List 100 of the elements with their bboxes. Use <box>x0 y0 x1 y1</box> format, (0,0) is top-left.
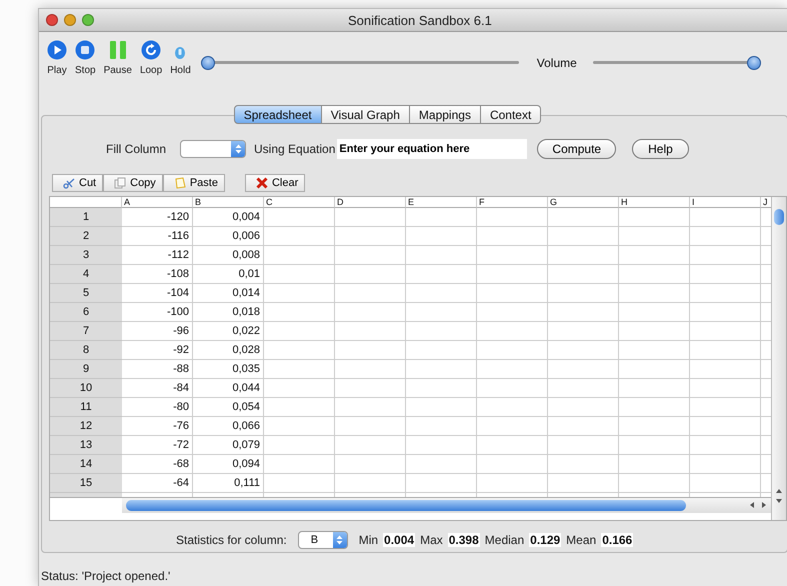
column-header[interactable]: G <box>548 197 619 208</box>
tab[interactable]: Visual Graph <box>322 105 410 124</box>
table-cell[interactable]: 0,066 <box>193 417 264 436</box>
table-cell[interactable] <box>690 341 761 360</box>
table-cell[interactable] <box>335 341 406 360</box>
table-cell[interactable] <box>406 208 477 227</box>
table-cell[interactable]: 0,028 <box>193 341 264 360</box>
table-cell[interactable] <box>548 284 619 303</box>
table-cell[interactable] <box>690 455 761 474</box>
tab[interactable]: Mappings <box>410 105 481 124</box>
table-cell[interactable] <box>406 303 477 322</box>
table-cell[interactable] <box>406 379 477 398</box>
table-cell[interactable] <box>690 417 761 436</box>
table-cell[interactable] <box>264 474 335 493</box>
tab[interactable]: Context <box>480 105 542 124</box>
table-cell[interactable]: 0,018 <box>193 303 264 322</box>
table-cell[interactable] <box>619 474 690 493</box>
table-cell[interactable] <box>548 303 619 322</box>
table-cell[interactable] <box>264 341 335 360</box>
table-cell[interactable]: 0,014 <box>193 284 264 303</box>
table-cell[interactable] <box>335 303 406 322</box>
table-cell[interactable] <box>406 341 477 360</box>
table-cell[interactable]: 0,008 <box>193 246 264 265</box>
table-cell[interactable] <box>619 417 690 436</box>
table-cell[interactable] <box>690 379 761 398</box>
table-cell[interactable]: 0,054 <box>193 398 264 417</box>
volume-slider[interactable] <box>592 56 761 70</box>
column-dropdown[interactable]: B <box>298 531 348 549</box>
table-cell[interactable] <box>477 284 548 303</box>
table-cell[interactable]: 0,022 <box>193 322 264 341</box>
table-cell[interactable] <box>690 322 761 341</box>
slider-thumb[interactable] <box>746 56 761 70</box>
table-cell[interactable] <box>548 265 619 284</box>
table-cell[interactable] <box>477 265 548 284</box>
table-cell[interactable] <box>690 436 761 455</box>
table-cell[interactable] <box>335 474 406 493</box>
table-cell[interactable] <box>477 455 548 474</box>
table-cell[interactable]: -84 <box>122 379 193 398</box>
table-cell[interactable] <box>264 360 335 379</box>
table-cell[interactable] <box>619 436 690 455</box>
table-cell[interactable]: -96 <box>122 322 193 341</box>
table-cell[interactable] <box>406 227 477 246</box>
table-cell[interactable] <box>690 208 761 227</box>
table-cell[interactable]: 0,006 <box>193 227 264 246</box>
toolbar-button[interactable]: Stop <box>75 40 96 76</box>
help-button[interactable]: Help <box>632 139 689 159</box>
table-cell[interactable] <box>335 436 406 455</box>
position-slider[interactable] <box>200 56 519 70</box>
scroll-thumb[interactable] <box>774 209 784 225</box>
table-cell[interactable] <box>690 265 761 284</box>
cut-button[interactable]: Cut <box>52 174 104 192</box>
clear-button[interactable]: Clear <box>244 174 306 192</box>
vertical-scrollbar[interactable] <box>771 197 786 520</box>
table-cell[interactable]: -92 <box>122 341 193 360</box>
table-cell[interactable] <box>477 474 548 493</box>
table-cell[interactable] <box>619 379 690 398</box>
table-cell[interactable] <box>548 436 619 455</box>
table-cell[interactable] <box>690 398 761 417</box>
table-cell[interactable] <box>548 341 619 360</box>
table-cell[interactable] <box>548 208 619 227</box>
table-cell[interactable]: -120 <box>122 208 193 227</box>
table-cell[interactable] <box>477 341 548 360</box>
table-cell[interactable] <box>477 436 548 455</box>
table-cell[interactable] <box>335 246 406 265</box>
toolbar-button[interactable]: Play <box>47 40 67 76</box>
table-cell[interactable] <box>690 360 761 379</box>
table-cell[interactable] <box>690 474 761 493</box>
column-dropdown[interactable] <box>180 140 246 158</box>
table-cell[interactable] <box>406 322 477 341</box>
table-cell[interactable] <box>264 436 335 455</box>
table-cell[interactable]: 0,094 <box>193 455 264 474</box>
table-cell[interactable] <box>335 455 406 474</box>
table-cell[interactable] <box>406 474 477 493</box>
table-cell[interactable]: -104 <box>122 284 193 303</box>
window-control-icon[interactable] <box>46 14 58 26</box>
window-control-icon[interactable] <box>64 14 76 26</box>
table-cell[interactable] <box>619 265 690 284</box>
table-cell[interactable]: -64 <box>122 474 193 493</box>
table-cell[interactable] <box>619 322 690 341</box>
table-cell[interactable] <box>264 265 335 284</box>
table-cell[interactable]: 0,004 <box>193 208 264 227</box>
slider-thumb[interactable] <box>200 56 215 70</box>
table-cell[interactable] <box>335 417 406 436</box>
table-cell[interactable] <box>690 246 761 265</box>
table-cell[interactable] <box>335 227 406 246</box>
table-cell[interactable] <box>406 398 477 417</box>
table-cell[interactable] <box>477 379 548 398</box>
column-header[interactable]: D <box>335 197 406 208</box>
table-cell[interactable]: -72 <box>122 436 193 455</box>
table-cell[interactable]: 0,111 <box>193 474 264 493</box>
table-cell[interactable] <box>264 284 335 303</box>
toolbar-button[interactable]: Hold <box>170 40 191 76</box>
table-cell[interactable] <box>548 227 619 246</box>
horizontal-scrollbar[interactable] <box>122 498 771 513</box>
table-cell[interactable] <box>619 284 690 303</box>
table-cell[interactable] <box>477 303 548 322</box>
column-header[interactable]: A <box>122 197 193 208</box>
table-cell[interactable] <box>619 246 690 265</box>
table-cell[interactable] <box>335 284 406 303</box>
table-cell[interactable] <box>335 379 406 398</box>
